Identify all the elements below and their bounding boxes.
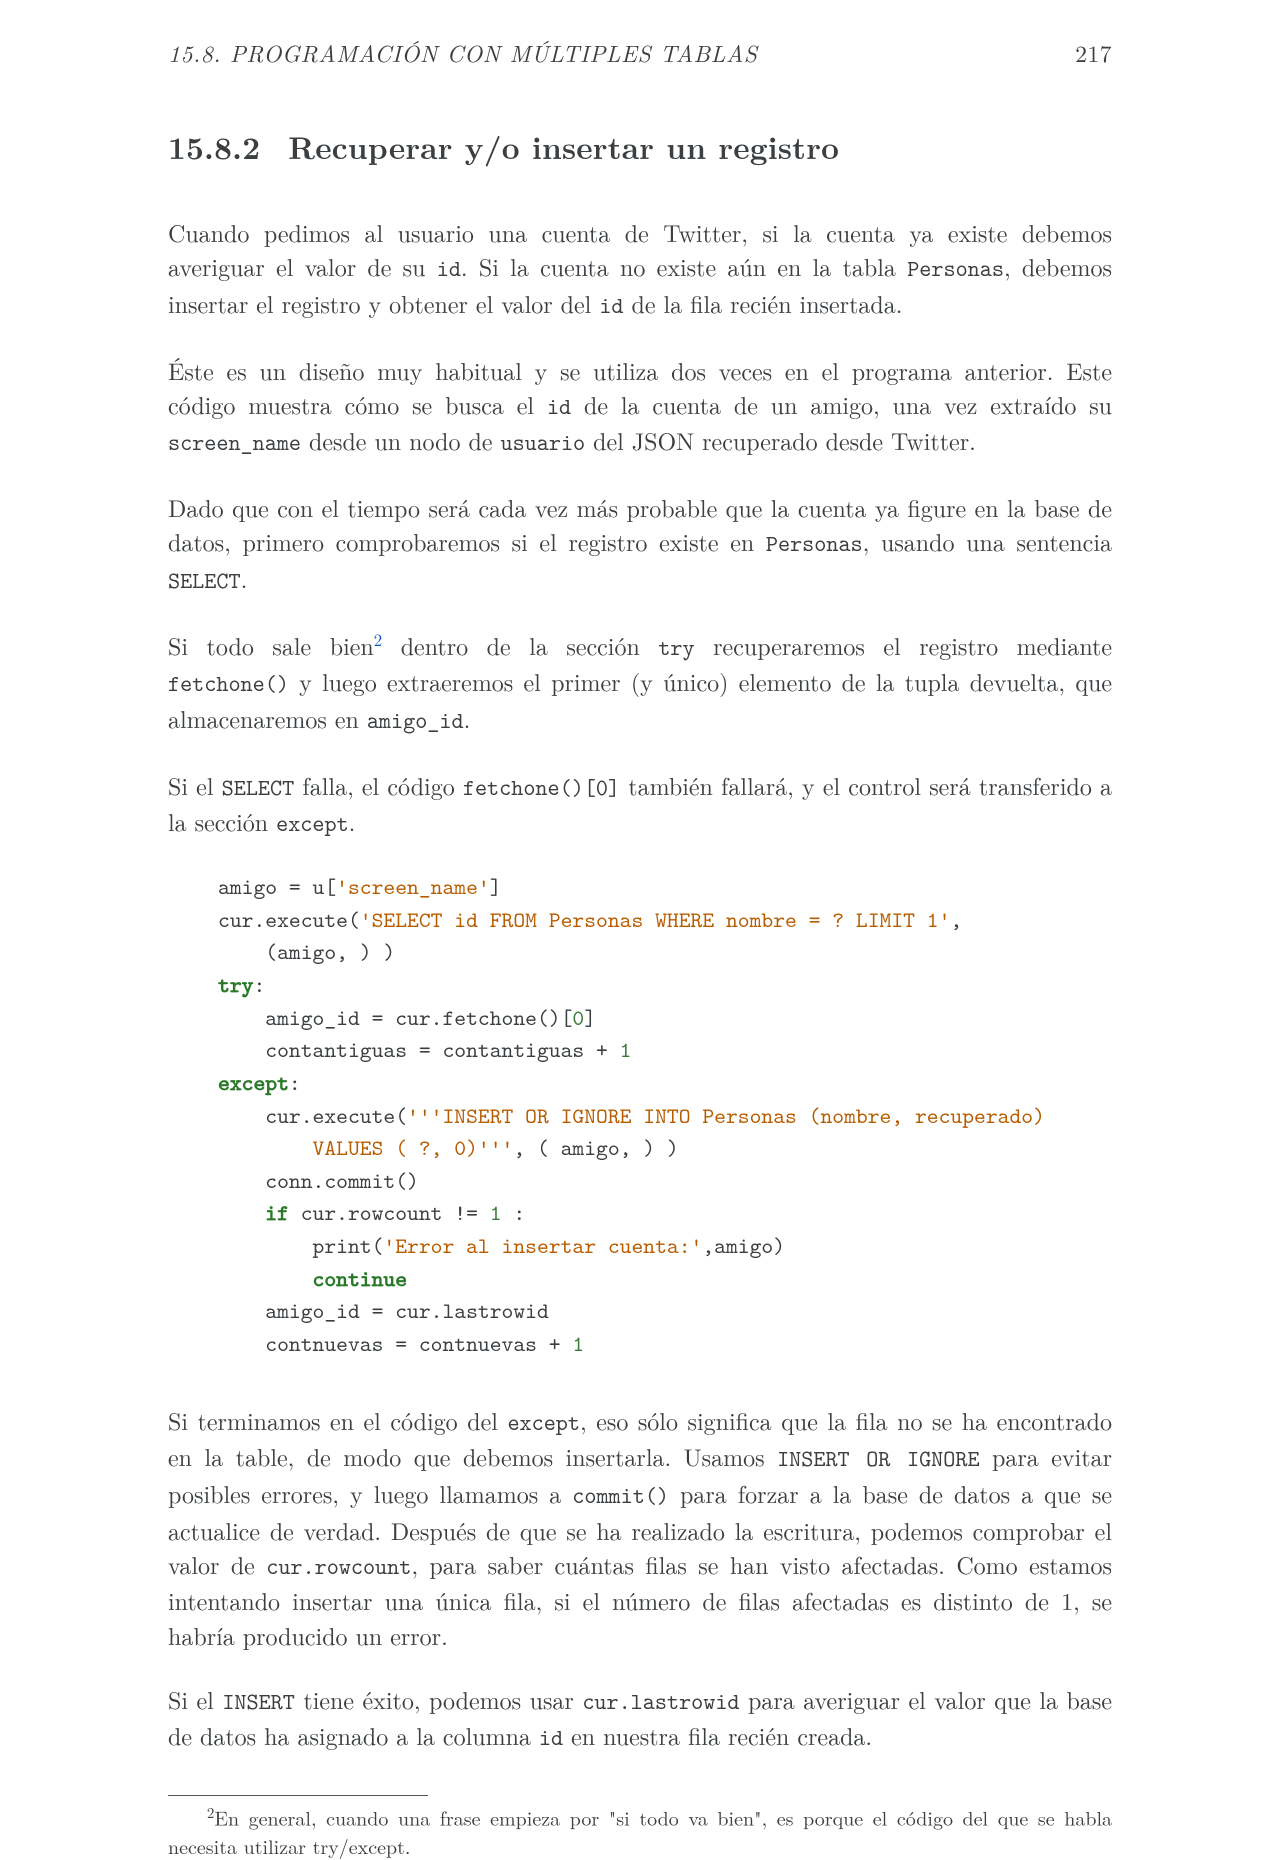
inline-code: id [539, 1723, 563, 1753]
running-title: 15.8. PROGRAMACIÓN CON MÚLTIPLES TABLAS [168, 36, 758, 69]
inline-code: Personas [766, 529, 863, 559]
footnotes: 2En general, cuando una frase empieza po… [168, 1795, 1112, 1860]
footnote-rule [168, 1795, 428, 1796]
paragraph-6: Si terminamos en el código del except, e… [168, 1403, 1112, 1652]
inline-code: except [276, 809, 349, 839]
paragraph-5: Si el SELECT falla, el código fetchone()… [168, 768, 1112, 841]
inline-code: try [658, 633, 694, 663]
paragraph-4: Si todo sale bien2 dentro de la sección … [168, 628, 1112, 738]
inline-code: screen_name [168, 428, 301, 458]
paragraph-7: Si el INSERT tiene éxito, podemos usar c… [168, 1682, 1112, 1755]
inline-code: INSERT [222, 1687, 295, 1717]
inline-code: id [437, 254, 461, 284]
inline-code: Personas [907, 254, 1004, 284]
paragraph-3: Dado que con el tiempo será cada vez más… [168, 490, 1112, 598]
page: 15.8. PROGRAMACIÓN CON MÚLTIPLES TABLAS … [168, 36, 1112, 1860]
paragraph-1: Cuando pedimos al usuario una cuenta de … [168, 215, 1112, 323]
code-block: amigo = u['screen_name'] cur.execute('SE… [218, 871, 1112, 1360]
inline-code: cur.lastrowid [582, 1687, 739, 1717]
inline-code: INSERT OR IGNORE [777, 1444, 979, 1474]
inline-code: usuario [500, 428, 585, 458]
inline-code: except [507, 1408, 580, 1438]
inline-code: cur.rowcount [266, 1552, 411, 1582]
inline-code: SELECT [222, 773, 295, 803]
section-number: 15.8.2 [168, 125, 260, 169]
inline-code: commit() [572, 1481, 669, 1511]
inline-code: fetchone()[0] [463, 773, 620, 803]
inline-code: id [547, 392, 571, 422]
section-title: Recuperar y/o insertar un registro [288, 125, 839, 169]
inline-code: fetchone() [168, 669, 289, 699]
running-header: 15.8. PROGRAMACIÓN CON MÚLTIPLES TABLAS … [168, 36, 1112, 69]
section-heading: 15.8.2 Recuperar y/o insertar un registro [168, 125, 1112, 169]
inline-code: id [599, 291, 623, 321]
page-number: 217 [1075, 36, 1112, 69]
inline-code: SELECT [168, 566, 241, 596]
footnote-2: 2En general, cuando una frase empieza po… [168, 1802, 1112, 1860]
paragraph-2: Éste es un diseño muy habitual y se util… [168, 353, 1112, 461]
footnote-ref[interactable]: 2 [374, 627, 382, 651]
inline-code: amigo_id [367, 706, 464, 736]
